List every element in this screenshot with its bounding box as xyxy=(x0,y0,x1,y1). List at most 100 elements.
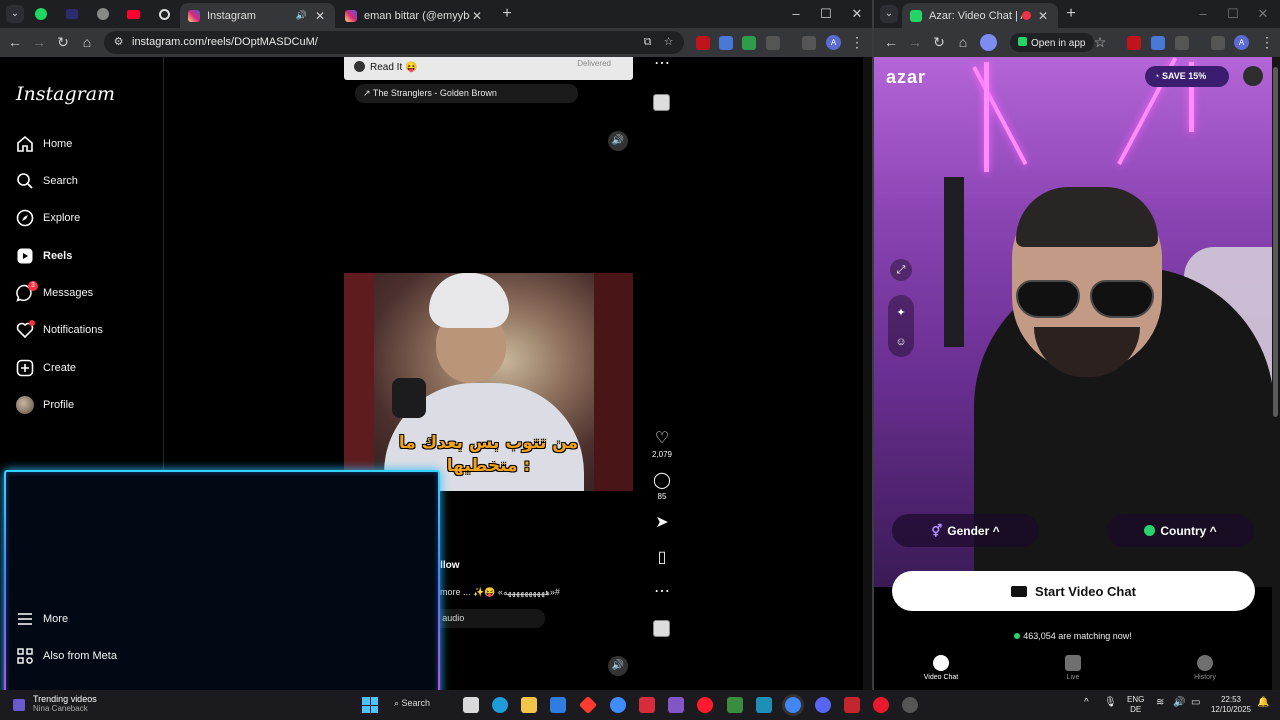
tab-search-button[interactable]: ⌄ xyxy=(880,5,898,23)
scrollbar-thumb[interactable] xyxy=(1273,67,1278,417)
address-bar[interactable]: ⚙ instagram.com/reels/DOptMASDCuM/ ⧉ ☆ xyxy=(104,31,684,54)
close-tab-icon[interactable]: ✕ xyxy=(470,9,484,23)
volume-icon[interactable]: 🔊 xyxy=(1173,698,1185,708)
app-shield-icon[interactable] xyxy=(639,697,655,713)
windows-start-icon[interactable] xyxy=(362,697,378,713)
sidebar-item-notifications[interactable]: Notifications xyxy=(16,315,103,345)
discord-icon[interactable] xyxy=(815,697,831,713)
back-button[interactable]: ← xyxy=(6,34,24,50)
tab-eman-bittar[interactable]: eman bittar (@emyybellydance ✕ xyxy=(337,3,492,28)
extensions-puzzle-icon[interactable] xyxy=(766,36,780,50)
new-tab-button[interactable]: + xyxy=(498,5,516,23)
like-button[interactable]: ♡ 2,079 xyxy=(650,430,674,459)
wifi-icon[interactable]: ≋ xyxy=(1156,698,1164,708)
account-icon[interactable] xyxy=(1243,66,1263,86)
reel-options-button[interactable]: ⋯ xyxy=(650,583,674,601)
start-video-chat-button[interactable]: Start Video Chat xyxy=(892,571,1255,611)
pinned-tab-3[interactable] xyxy=(95,6,111,22)
close-tab-icon[interactable]: ✕ xyxy=(313,9,327,23)
speaker-icon[interactable]: 🔊 xyxy=(296,10,307,21)
forward-button[interactable]: → xyxy=(906,34,924,50)
edge-icon[interactable] xyxy=(492,697,508,713)
sticker-icon[interactable]: ☺ xyxy=(890,331,912,353)
sidebar-item-search[interactable]: Search xyxy=(16,166,78,196)
pinned-tab-2[interactable] xyxy=(64,6,80,22)
install-app-icon[interactable]: ⧉ xyxy=(641,36,654,49)
media-controls-icon[interactable] xyxy=(802,36,816,50)
minimize-button[interactable]: – xyxy=(1194,6,1212,21)
widgets-icon[interactable] xyxy=(13,699,25,711)
tab-azar[interactable]: Azar: Video Chat | Alternati ✕ xyxy=(902,3,1058,28)
file-explorer-icon[interactable] xyxy=(521,697,537,713)
store-icon[interactable] xyxy=(550,697,566,713)
forward-button[interactable]: → xyxy=(30,34,48,50)
notifications-bell-icon[interactable]: 🔔 xyxy=(1257,698,1269,708)
home-button[interactable]: ⌂ xyxy=(954,34,972,50)
taskbar-search[interactable]: ⌕ Search xyxy=(394,698,430,709)
translate-extension-icon[interactable] xyxy=(719,36,733,50)
tab-search-button[interactable]: ⌄ xyxy=(6,5,24,23)
country-filter-button[interactable]: Country ^ xyxy=(1107,514,1254,547)
profile-avatar[interactable]: A xyxy=(1234,35,1249,50)
youtube-pinned-tab[interactable] xyxy=(125,6,141,22)
close-window-button[interactable]: ✕ xyxy=(1254,6,1272,22)
minimize-button[interactable]: – xyxy=(787,6,805,21)
sidebar-item-profile[interactable]: Profile xyxy=(16,390,74,420)
microphone-icon[interactable]: 🎙 xyxy=(1104,698,1117,708)
site-info-icon[interactable] xyxy=(980,34,997,51)
app-gear-icon[interactable] xyxy=(902,697,918,713)
spotify-pinned-tab[interactable] xyxy=(33,6,49,22)
maximize-button[interactable]: ☐ xyxy=(817,6,835,22)
tray-overflow-icon[interactable]: ^ xyxy=(1084,698,1089,708)
profile-avatar[interactable]: A xyxy=(826,35,841,50)
app-red-diamond-icon[interactable] xyxy=(578,695,598,715)
app-teal-icon[interactable] xyxy=(756,697,772,713)
extension-3-icon[interactable] xyxy=(742,36,756,50)
close-window-button[interactable]: ✕ xyxy=(848,6,866,22)
sound-toggle-bottom-icon[interactable]: 🔊 xyxy=(608,656,628,676)
sidebar-item-explore[interactable]: Explore xyxy=(16,203,80,233)
menu-kebab-icon[interactable]: ⋮ xyxy=(848,34,866,51)
save-button[interactable]: ▯ xyxy=(650,549,674,567)
nav-history[interactable]: History xyxy=(1170,655,1240,681)
save-15-button[interactable]: ◔ SAVE 15% xyxy=(1145,66,1229,87)
reel-video[interactable]: من تتوب بس بعدك ما متخطيها : xyxy=(344,273,633,491)
nav-live[interactable]: Live xyxy=(1038,655,1108,681)
close-tab-icon[interactable]: ✕ xyxy=(1036,9,1050,23)
sound-toggle-icon[interactable]: 🔊 xyxy=(608,131,628,151)
fullscreen-icon[interactable]: ⤢ xyxy=(890,259,912,281)
reload-button[interactable]: ↻ xyxy=(54,34,72,51)
maximize-button[interactable]: ☐ xyxy=(1224,6,1242,22)
bookmark-star-icon[interactable]: ☆ xyxy=(1091,34,1109,51)
bookmark-star-icon[interactable]: ☆ xyxy=(662,36,675,49)
chatgpt-pinned-tab[interactable] xyxy=(156,6,172,22)
sidebar-item-create[interactable]: Create xyxy=(16,353,76,383)
left-scrollbar[interactable] xyxy=(863,57,872,690)
sidebar-item-also-from-meta[interactable]: Also from Meta xyxy=(16,641,117,671)
reel-more-button[interactable]: ⋯ xyxy=(650,55,674,73)
sidebar-item-home[interactable]: Home xyxy=(16,129,72,159)
task-view-icon[interactable] xyxy=(463,697,479,713)
back-button[interactable]: ← xyxy=(882,34,900,50)
audio-thumbnail-bottom[interactable] xyxy=(653,620,670,637)
app-record-icon[interactable] xyxy=(873,697,889,713)
sidebar-item-reels[interactable]: Reels xyxy=(16,241,72,271)
clock[interactable]: 22:53 12/10/2025 xyxy=(1209,695,1253,715)
audio-thumbnail-top[interactable] xyxy=(653,94,670,111)
tab-instagram[interactable]: Instagram 🔊 ✕ xyxy=(180,3,335,28)
battery-icon[interactable]: ▭ xyxy=(1191,698,1200,708)
sparkle-effects-icon[interactable]: ✦ xyxy=(890,302,912,324)
gender-filter-button[interactable]: ⚥ Gender ^ xyxy=(892,514,1039,547)
app-red-square-icon[interactable] xyxy=(844,697,860,713)
azar-logo[interactable]: azar xyxy=(886,67,926,88)
extension-1-icon[interactable] xyxy=(696,36,710,50)
open-in-app-button[interactable]: Open in app xyxy=(1010,33,1094,52)
home-button[interactable]: ⌂ xyxy=(78,34,96,50)
right-scrollbar[interactable] xyxy=(1272,57,1280,690)
language-indicator[interactable]: ENG DE xyxy=(1127,695,1144,715)
news-widget[interactable]: Trending videos Nina Caneback xyxy=(33,694,97,713)
instagram-logo[interactable]: Instagram xyxy=(16,83,115,105)
translate-extension-icon[interactable] xyxy=(1151,36,1165,50)
comment-button[interactable]: ◯ 85 xyxy=(650,472,674,501)
menu-kebab-icon[interactable]: ⋮ xyxy=(1258,34,1276,51)
